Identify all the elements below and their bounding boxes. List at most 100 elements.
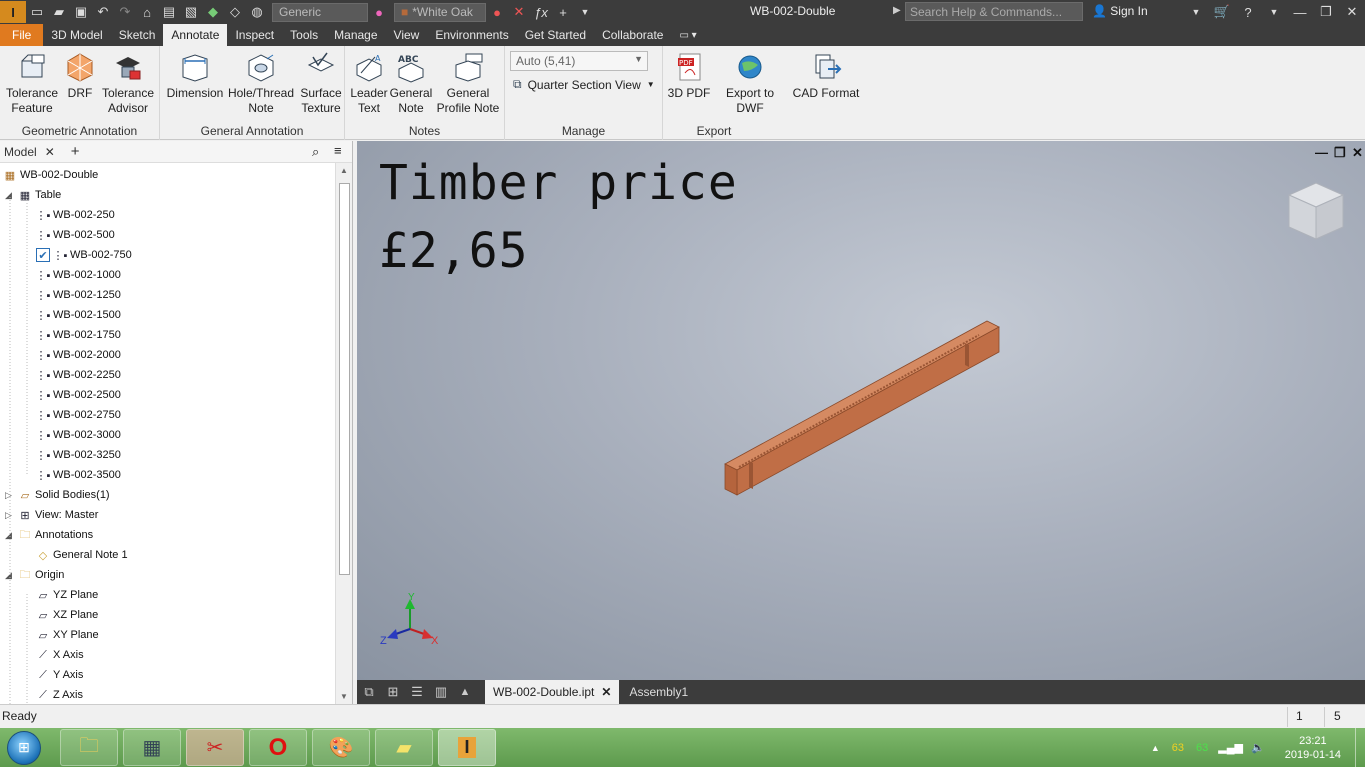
leader-text-button[interactable]: A Leader Text xyxy=(347,50,391,116)
help-icon[interactable]: ? xyxy=(1235,0,1261,24)
scroll-down-icon[interactable]: ▼ xyxy=(340,692,348,701)
general-note-line-2[interactable]: £2,65 xyxy=(379,223,529,279)
taskbar-snipping-tool[interactable]: ✂ xyxy=(186,729,244,766)
tree-member[interactable]: ⋮▪ WB-002-500 xyxy=(36,225,115,245)
tab-sketch[interactable]: Sketch xyxy=(111,24,164,46)
parameters-icon[interactable]: ƒx xyxy=(530,1,552,23)
signin-dropdown-icon[interactable]: ▼ xyxy=(1183,0,1209,24)
tree-origin-item[interactable]: ⟋ Y Axis xyxy=(36,665,83,685)
tree-origin-item[interactable]: ⟋ Z Axis xyxy=(36,685,83,704)
search-icon[interactable]: ⌕ xyxy=(312,144,319,160)
tab-file[interactable]: File xyxy=(0,24,44,46)
dimension-button[interactable]: Dimension xyxy=(164,50,226,101)
tree-member[interactable]: ⋮▪ WB-002-2500 xyxy=(36,385,121,405)
general-note-button[interactable]: ABC General Note xyxy=(389,50,433,116)
browser-tab-model[interactable]: Model ✕ xyxy=(0,145,59,159)
undo-icon[interactable]: ↶ xyxy=(92,1,114,23)
show-desktop-button[interactable] xyxy=(1355,728,1365,767)
tolerance-advisor-button[interactable]: Tolerance Advisor xyxy=(98,50,158,116)
tree-general-note[interactable]: ◇ General Note 1 xyxy=(36,545,128,565)
doc-tab-assembly[interactable]: Assembly1 xyxy=(621,680,696,704)
tab-manage[interactable]: Manage xyxy=(326,24,385,46)
tree-member[interactable]: ⋮▪ WB-002-1250 xyxy=(36,285,121,305)
tab-annotate[interactable]: Annotate xyxy=(163,24,228,46)
add-browser-tab-icon[interactable]: + xyxy=(67,143,84,160)
appearance-combo[interactable]: Generic xyxy=(272,2,368,22)
tree-origin-item[interactable]: ▱ XY Plane xyxy=(36,625,99,645)
redo-icon[interactable]: ↷ xyxy=(114,1,136,23)
tile-windows-icon[interactable]: ⊞ xyxy=(381,680,405,704)
tile-vertical-icon[interactable]: ▥ xyxy=(429,680,453,704)
tree-member-active[interactable]: ✔ ⋮▪ WB-002-750 xyxy=(36,245,132,265)
search-help-input[interactable]: Search Help & Commands... xyxy=(905,2,1083,21)
tree-member[interactable]: ⋮▪ WB-002-1000 xyxy=(36,265,121,285)
taskbar-calculator[interactable]: ▦ xyxy=(123,729,181,766)
cascade-windows-icon[interactable]: ⧉ xyxy=(357,680,381,704)
taskbar-sticky-notes[interactable]: ▰ xyxy=(375,729,433,766)
tab-get-started[interactable]: Get Started xyxy=(517,24,594,46)
tree-member[interactable]: ⋮▪ WB-002-2250 xyxy=(36,365,121,385)
tree-member[interactable]: ⋮▪ WB-002-1750 xyxy=(36,325,121,345)
tab-inspect[interactable]: Inspect xyxy=(227,24,282,46)
tree-origin-item[interactable]: ▱ XZ Plane xyxy=(36,605,98,625)
help-dropdown-icon[interactable]: ▼ xyxy=(1261,0,1287,24)
wood-beam-model[interactable] xyxy=(717,309,1007,519)
scrollbar-thumb[interactable] xyxy=(339,183,350,575)
app-logo-icon[interactable]: I xyxy=(0,1,26,23)
viewport-restore-icon[interactable]: ❐ xyxy=(1334,145,1346,161)
annotation-scale-combo[interactable]: Auto (5,41) ▼ xyxy=(510,51,648,71)
tree-member[interactable]: ⋮▪ WB-002-2750 xyxy=(36,405,121,425)
clock[interactable]: 23:21 2019-01-14 xyxy=(1285,734,1341,762)
tree-member[interactable]: ⋮▪ WB-002-1500 xyxy=(36,305,121,325)
quarter-section-view-button[interactable]: ⧉ Quarter Section View ▼ xyxy=(513,77,655,92)
browser-scrollbar[interactable]: ▲ ▼ xyxy=(335,163,352,704)
properties-icon[interactable]: ▤ xyxy=(158,1,180,23)
volume-icon[interactable]: 🔈 xyxy=(1251,741,1265,754)
show-hidden-icons-icon[interactable]: ▲ xyxy=(1151,743,1160,753)
home-icon[interactable]: ⌂ xyxy=(136,1,158,23)
drf-button[interactable]: DRF xyxy=(64,50,96,101)
general-profile-note-button[interactable]: General Profile Note xyxy=(433,50,503,116)
scroll-up-icon[interactable]: ▲ xyxy=(340,166,348,175)
surface-texture-button[interactable]: Surface Texture xyxy=(298,50,344,116)
taskbar-paint[interactable]: 🎨 xyxy=(312,729,370,766)
viewport-minimize-icon[interactable]: — xyxy=(1315,145,1328,160)
hole-thread-note-button[interactable]: Hole/Thread Note xyxy=(226,50,296,116)
general-note-line-1[interactable]: Timber price xyxy=(379,155,738,211)
doc-tab-active[interactable]: WB-002-Double.ipt ✕ xyxy=(485,680,620,704)
cad-format-button[interactable]: CAD Format xyxy=(791,50,861,101)
save-icon[interactable]: ▣ xyxy=(70,1,92,23)
tab-collaborate[interactable]: Collaborate xyxy=(594,24,671,46)
color-wheel-icon[interactable]: ● xyxy=(368,1,390,23)
tray-indicator-b[interactable]: 63 xyxy=(1196,742,1208,754)
adjust-appearance-icon[interactable]: ● xyxy=(486,1,508,23)
tab-tools[interactable]: Tools xyxy=(282,24,326,46)
export-dwf-button[interactable]: Export to DWF xyxy=(711,50,789,116)
tree-member[interactable]: ⋮▪ WB-002-3500 xyxy=(36,465,121,485)
open-icon[interactable]: ▰ xyxy=(48,1,70,23)
expand-arrow-icon[interactable]: ▶ xyxy=(893,5,901,16)
tree-origin-item[interactable]: ⟋ X Axis xyxy=(36,645,83,665)
minimize-button[interactable]: — xyxy=(1287,0,1313,24)
select-icon[interactable]: ▧ xyxy=(180,1,202,23)
ribbon-options-icon[interactable]: ▭ ▾ xyxy=(671,24,704,46)
taskbar-explorer[interactable]: 🗀 xyxy=(60,729,118,766)
material-combo[interactable]: ■ *White Oak xyxy=(394,2,486,22)
taskbar-inventor[interactable]: I xyxy=(438,729,496,766)
add-icon[interactable]: + xyxy=(552,1,574,23)
close-icon[interactable]: ✕ xyxy=(45,145,55,159)
signal-icon[interactable]: ▂▄▆ xyxy=(1218,741,1243,754)
close-button[interactable]: ✕ xyxy=(1339,0,1365,24)
clear-appearance-icon[interactable]: ✕ xyxy=(508,1,530,23)
update-icon[interactable]: ◆ xyxy=(202,1,224,23)
sign-in-link[interactable]: 👤 Sign In xyxy=(1092,4,1148,18)
tree-origin-item[interactable]: ▱ YZ Plane xyxy=(36,585,98,605)
viewport-close-icon[interactable]: ✕ xyxy=(1352,145,1363,161)
document-list-icon[interactable]: ▲ xyxy=(453,680,477,704)
qat-dropdown-icon[interactable]: ▼ xyxy=(574,1,596,23)
tab-3d-model[interactable]: 3D Model xyxy=(43,24,110,46)
close-icon[interactable]: ✕ xyxy=(601,685,611,699)
design-doctor-icon[interactable]: ◍ xyxy=(246,1,268,23)
start-button[interactable]: ⊞ xyxy=(0,728,48,767)
tab-environments[interactable]: Environments xyxy=(427,24,516,46)
